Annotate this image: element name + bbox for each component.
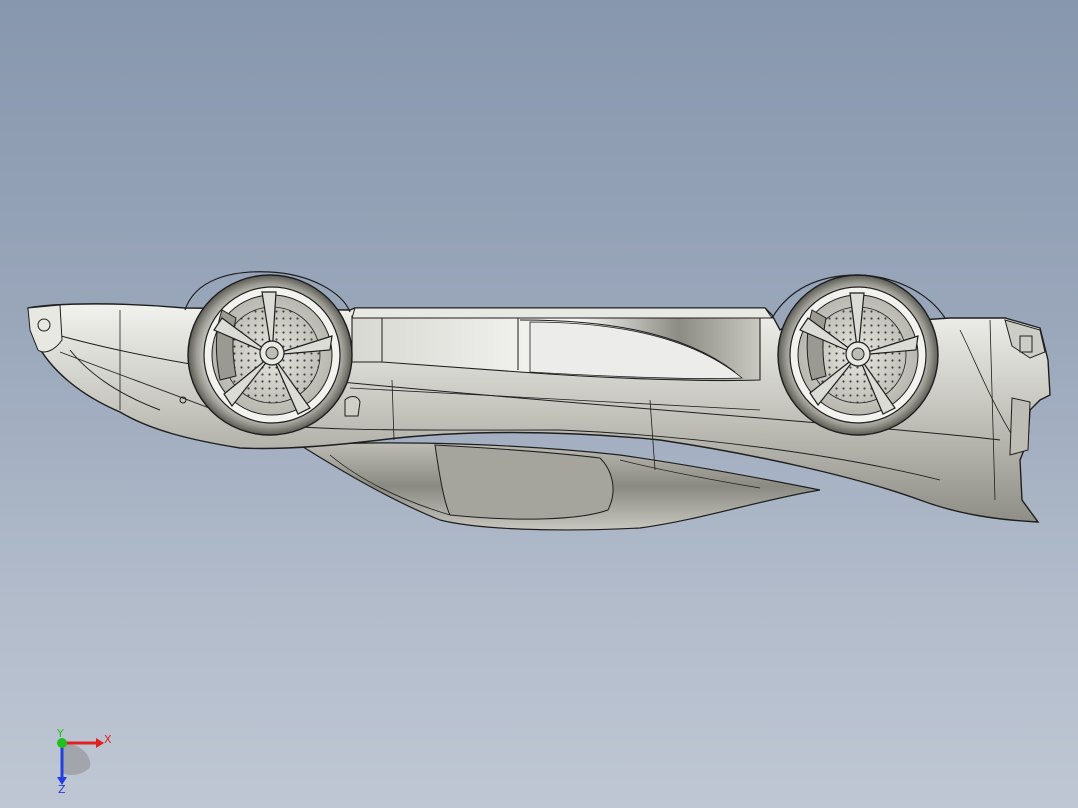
front-bumper: [27, 304, 63, 353]
coordinate-triad[interactable]: X Y Z: [40, 725, 120, 796]
car-model[interactable]: [0, 0, 1078, 808]
front-wheel[interactable]: [187, 274, 353, 436]
y-axis-label: Y: [56, 727, 64, 740]
triad-graphic: X Y Z: [56, 727, 112, 796]
graphics-viewport[interactable]: X Y Z: [0, 0, 1078, 808]
x-axis-label: X: [104, 733, 112, 746]
rear-wheel[interactable]: [777, 274, 939, 436]
rear-window: [434, 444, 614, 520]
z-axis-label: Z: [58, 783, 66, 795]
x-arrowhead: [96, 738, 104, 748]
